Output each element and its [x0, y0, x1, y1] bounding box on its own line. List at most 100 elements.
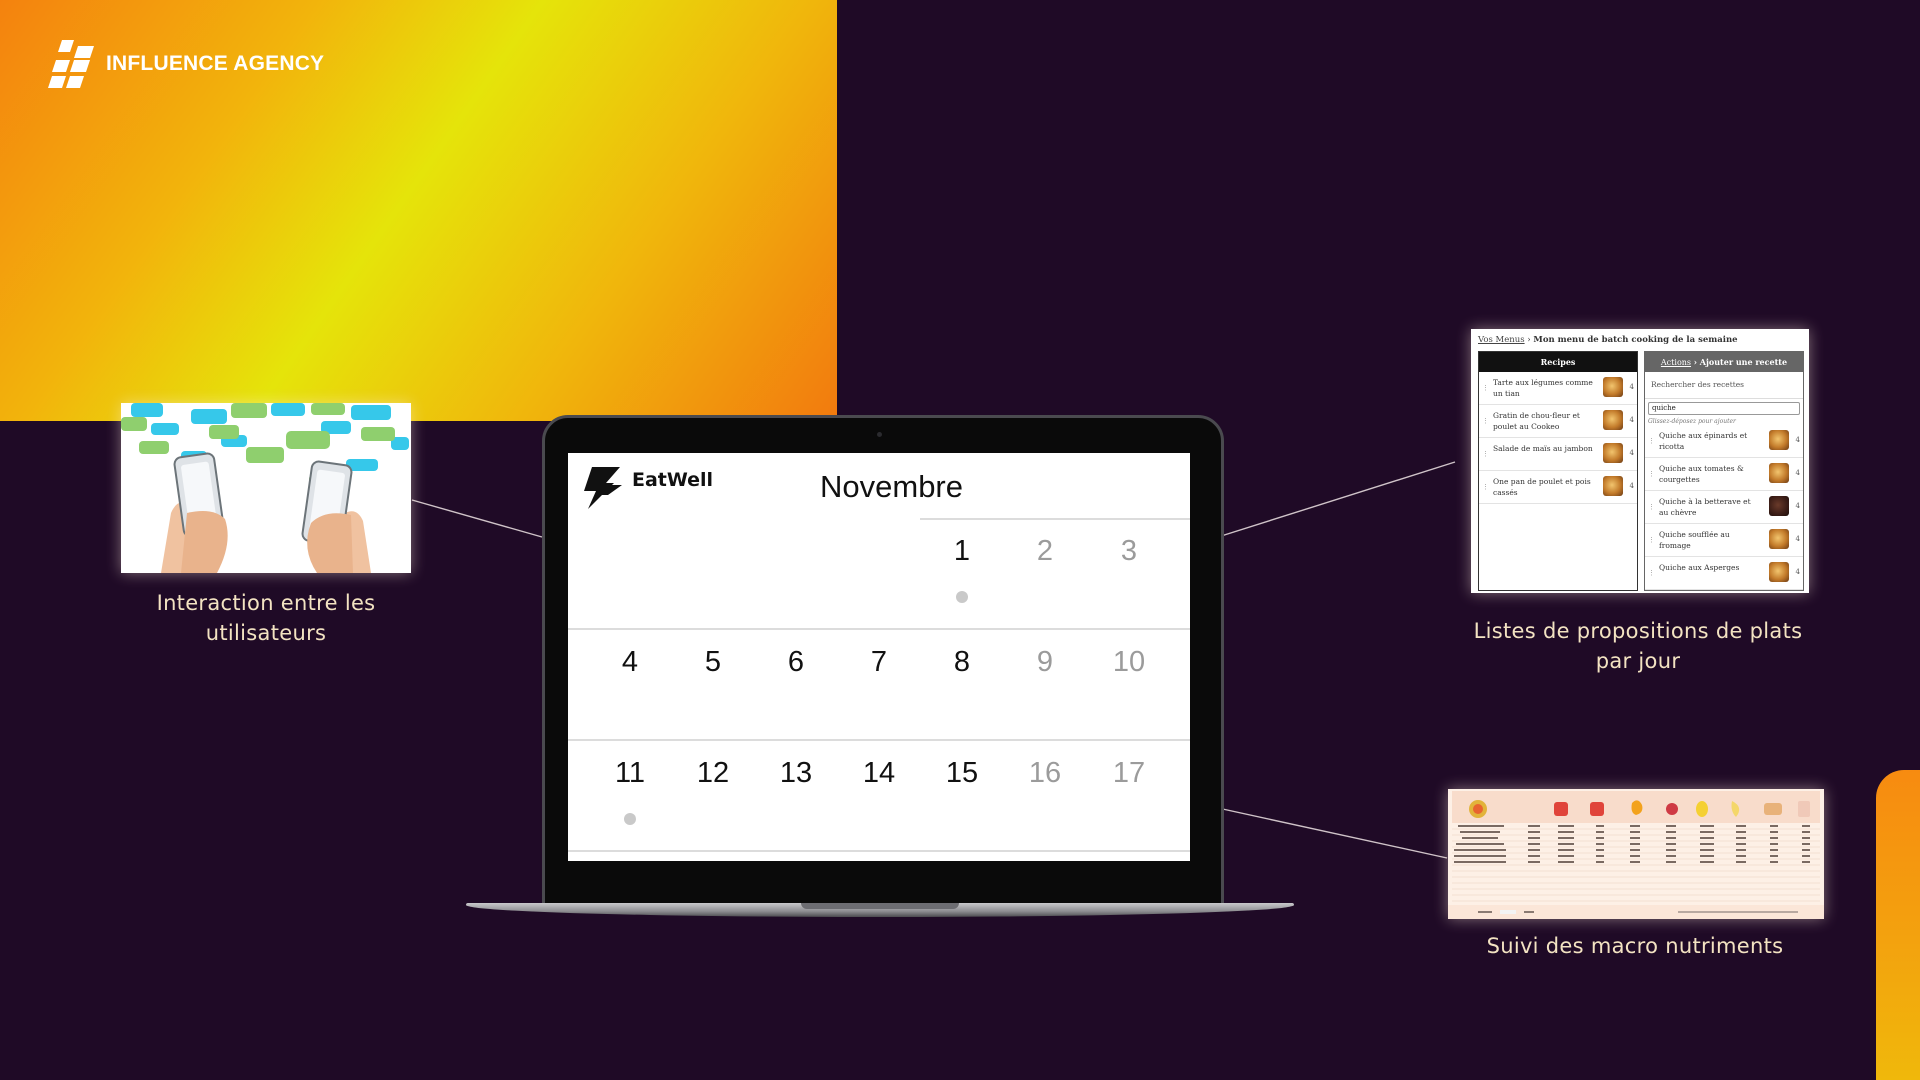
calendar-day[interactable]: 10	[1099, 646, 1159, 679]
laptop-notch	[801, 903, 959, 909]
recipe-item[interactable]: ⋮ One pan de poulet et pois cassés 4	[1479, 471, 1637, 504]
calendar-day[interactable]: 17	[1099, 757, 1159, 790]
recipe-count: 4	[1629, 482, 1634, 490]
recipe-photo	[1769, 529, 1789, 549]
drag-hint: Glissez-déposez pour ajouter	[1648, 418, 1736, 425]
recipe-photo	[1769, 430, 1789, 450]
recipe-count: 4	[1795, 535, 1800, 543]
recipe-count: 4	[1795, 502, 1800, 510]
calendar-day[interactable]: 4	[600, 646, 660, 679]
recipes-list-panel: Recipes ⋮ Tarte aux légumes comme un tian…	[1478, 351, 1638, 591]
calendar-day[interactable]: 5	[683, 646, 743, 679]
calendar-divider	[568, 628, 1190, 630]
drag-handle-icon[interactable]: ⋮	[1648, 470, 1655, 478]
breadcrumb-link[interactable]: Vos Menus	[1478, 335, 1525, 345]
recipe-count: 4	[1629, 383, 1634, 391]
recipe-photo	[1603, 476, 1623, 496]
recipe-search-label[interactable]: Rechercher des recettes	[1645, 372, 1803, 399]
recipe-count: 4	[1629, 416, 1634, 424]
recipe-photo	[1603, 443, 1623, 463]
recipe-photo	[1769, 562, 1789, 582]
recipes-breadcrumb: Vos Menus › Mon menu de batch cooking de…	[1478, 335, 1738, 345]
chat-phones-illustration	[121, 403, 409, 573]
calendar-day[interactable]: 3	[1099, 535, 1159, 568]
recipe-count: 4	[1629, 449, 1634, 457]
recipe-title: Tarte aux légumes comme un tian	[1493, 378, 1593, 398]
calendar-divider	[568, 850, 1190, 852]
recipe-title: Quiche aux Asperges	[1659, 563, 1740, 572]
influence-logo-icon	[48, 40, 94, 88]
recipe-photo	[1769, 496, 1789, 516]
add-recipe-panel: Actions › Ajouter une recette Rechercher…	[1644, 351, 1804, 591]
recipe-photo	[1603, 377, 1623, 397]
breadcrumb-current: Mon menu de batch cooking de la semaine	[1533, 335, 1738, 345]
calendar-day[interactable]: 16	[1015, 757, 1075, 790]
drag-handle-icon[interactable]: ⋮	[1648, 503, 1655, 511]
add-recipe-title: Ajouter une recette	[1699, 357, 1788, 367]
calendar-day[interactable]: 12	[683, 757, 743, 790]
calendar-day[interactable]: 11	[600, 757, 660, 790]
nutrition-icons	[1448, 800, 1824, 919]
users-interaction-image	[121, 403, 411, 573]
caption-macros: Suivi des macro nutriments	[1486, 934, 1784, 958]
drag-handle-icon[interactable]: ⋮	[1482, 483, 1489, 491]
actions-link[interactable]: Actions	[1661, 358, 1691, 367]
drag-handle-icon[interactable]: ⋮	[1482, 417, 1489, 425]
recipe-count: 4	[1795, 469, 1800, 477]
search-result-item[interactable]: ⋮ Quiche aux Asperges 4	[1645, 557, 1803, 590]
search-result-item[interactable]: ⋮ Quiche soufflée au fromage 4	[1645, 524, 1803, 557]
event-dot	[956, 591, 968, 603]
recipe-item[interactable]: ⋮ Salade de maïs au jambon 4	[1479, 438, 1637, 471]
recipe-title: One pan de poulet et pois cassés	[1493, 477, 1591, 497]
drag-handle-icon[interactable]: ⋮	[1648, 536, 1655, 544]
calendar-divider	[920, 518, 1190, 520]
eatwell-bolt-icon	[584, 467, 622, 509]
add-recipe-header: Actions › Ajouter une recette	[1645, 352, 1803, 372]
calendar-day[interactable]: 6	[766, 646, 826, 679]
drag-handle-icon[interactable]: ⋮	[1482, 450, 1489, 458]
drag-handle-icon[interactable]: ⋮	[1648, 437, 1655, 445]
calendar-day[interactable]: 14	[849, 757, 909, 790]
search-result-item[interactable]: ⋮ Quiche à la betterave et au chèvre 4	[1645, 491, 1803, 524]
month-title: Novembre	[820, 469, 963, 504]
recipe-count: 4	[1795, 568, 1800, 576]
search-result-item[interactable]: ⋮ Quiche aux épinards et ricotta 4	[1645, 425, 1803, 458]
drag-handle-icon[interactable]: ⋮	[1482, 384, 1489, 392]
calendar-divider	[568, 739, 1190, 741]
recipe-photo	[1603, 410, 1623, 430]
camera-icon	[877, 432, 882, 437]
eatwell-logo: EatWell	[580, 467, 713, 509]
calendar-day[interactable]: 15	[932, 757, 992, 790]
recipe-item[interactable]: ⋮ Gratin de chou-fleur et poulet au Cooke…	[1479, 405, 1637, 438]
caption-propositions: Listes de propositions de plats par jour	[1473, 619, 1803, 673]
calendar-day[interactable]: 9	[1015, 646, 1075, 679]
header-separator: ›	[1691, 357, 1700, 367]
search-result-item[interactable]: ⋮ Quiche aux tomates & courgettes 4	[1645, 458, 1803, 491]
drag-handle-icon[interactable]: ⋮	[1648, 569, 1655, 577]
calendar-day[interactable]: 13	[766, 757, 826, 790]
brand: INFLUENCE AGENCY	[48, 40, 324, 88]
recipes-header: Recipes	[1479, 352, 1637, 372]
event-dot	[624, 813, 636, 825]
recipe-title: Quiche aux tomates & courgettes	[1659, 464, 1744, 484]
calendar-day[interactable]: 1	[932, 535, 992, 568]
recipe-title: Salade de maïs au jambon	[1493, 444, 1593, 453]
calendar-day[interactable]: 2	[1015, 535, 1075, 568]
calendar-day[interactable]: 8	[932, 646, 992, 679]
recipe-propositions-image: Vos Menus › Mon menu de batch cooking de…	[1471, 329, 1809, 593]
recipe-item[interactable]: ⋮ Tarte aux légumes comme un tian 4	[1479, 372, 1637, 405]
recipe-photo	[1769, 463, 1789, 483]
recipe-title: Quiche à la betterave et au chèvre	[1659, 497, 1751, 517]
caption-interaction: Interaction entre les utilisateurs	[156, 591, 376, 645]
calendar-day[interactable]: 7	[849, 646, 909, 679]
recipe-title: Quiche aux épinards et ricotta	[1659, 431, 1748, 451]
app-name: EatWell	[632, 469, 714, 491]
brand-name: INFLUENCE AGENCY	[106, 52, 325, 75]
recipe-count: 4	[1795, 436, 1800, 444]
recipe-title: Quiche soufflée au fromage	[1659, 530, 1730, 550]
gradient-side-tab	[1876, 770, 1920, 1080]
eatwell-calendar-screen: EatWell Novembre 1 2 3 4 5 6 7 8 9 10 11…	[568, 453, 1190, 861]
macro-nutrients-image	[1448, 789, 1824, 919]
recipe-search-input[interactable]: quiche	[1648, 402, 1800, 415]
recipe-title: Gratin de chou-fleur et poulet au Cookeo	[1493, 411, 1580, 431]
